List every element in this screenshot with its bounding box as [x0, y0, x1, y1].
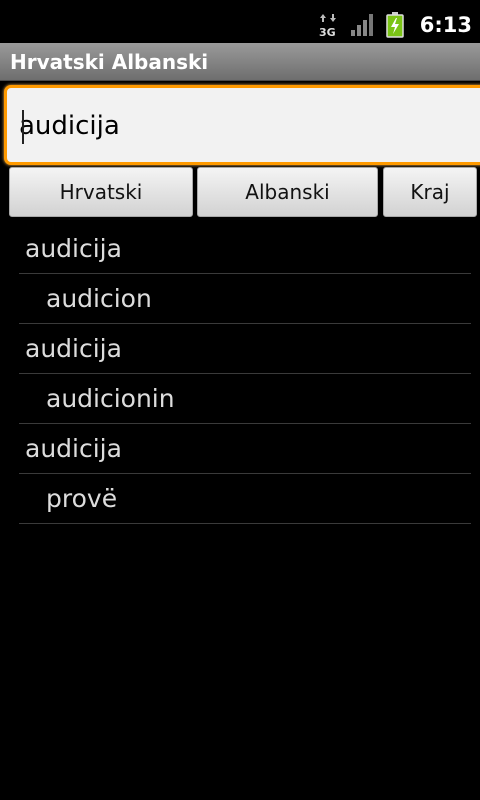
battery-charging-icon: [386, 12, 404, 38]
hrvatski-button[interactable]: Hrvatski: [9, 167, 193, 217]
albanski-button[interactable]: Albanski: [197, 167, 378, 217]
app-title: Hrvatski Albanski: [10, 49, 209, 74]
result-source-word[interactable]: audicija: [19, 224, 471, 274]
network-label: 3G: [319, 26, 336, 38]
result-translation[interactable]: audicionin: [19, 374, 471, 424]
app-title-bar: Hrvatski Albanski: [0, 43, 480, 81]
result-translation[interactable]: provë: [19, 474, 471, 524]
result-source-word[interactable]: audicija: [19, 424, 471, 474]
kraj-button[interactable]: Kraj: [383, 167, 477, 217]
text-cursor: [22, 110, 24, 144]
3g-data-icon: 3G: [318, 12, 340, 38]
signal-strength-icon: [350, 13, 376, 37]
status-clock: 6:13: [419, 13, 472, 37]
result-source-word[interactable]: audicija: [19, 324, 471, 374]
result-translation[interactable]: audicion: [19, 274, 471, 324]
results-list: audicija audicion audicija audicionin au…: [19, 224, 471, 524]
search-input[interactable]: [7, 88, 480, 162]
search-field-container[interactable]: [4, 85, 480, 165]
